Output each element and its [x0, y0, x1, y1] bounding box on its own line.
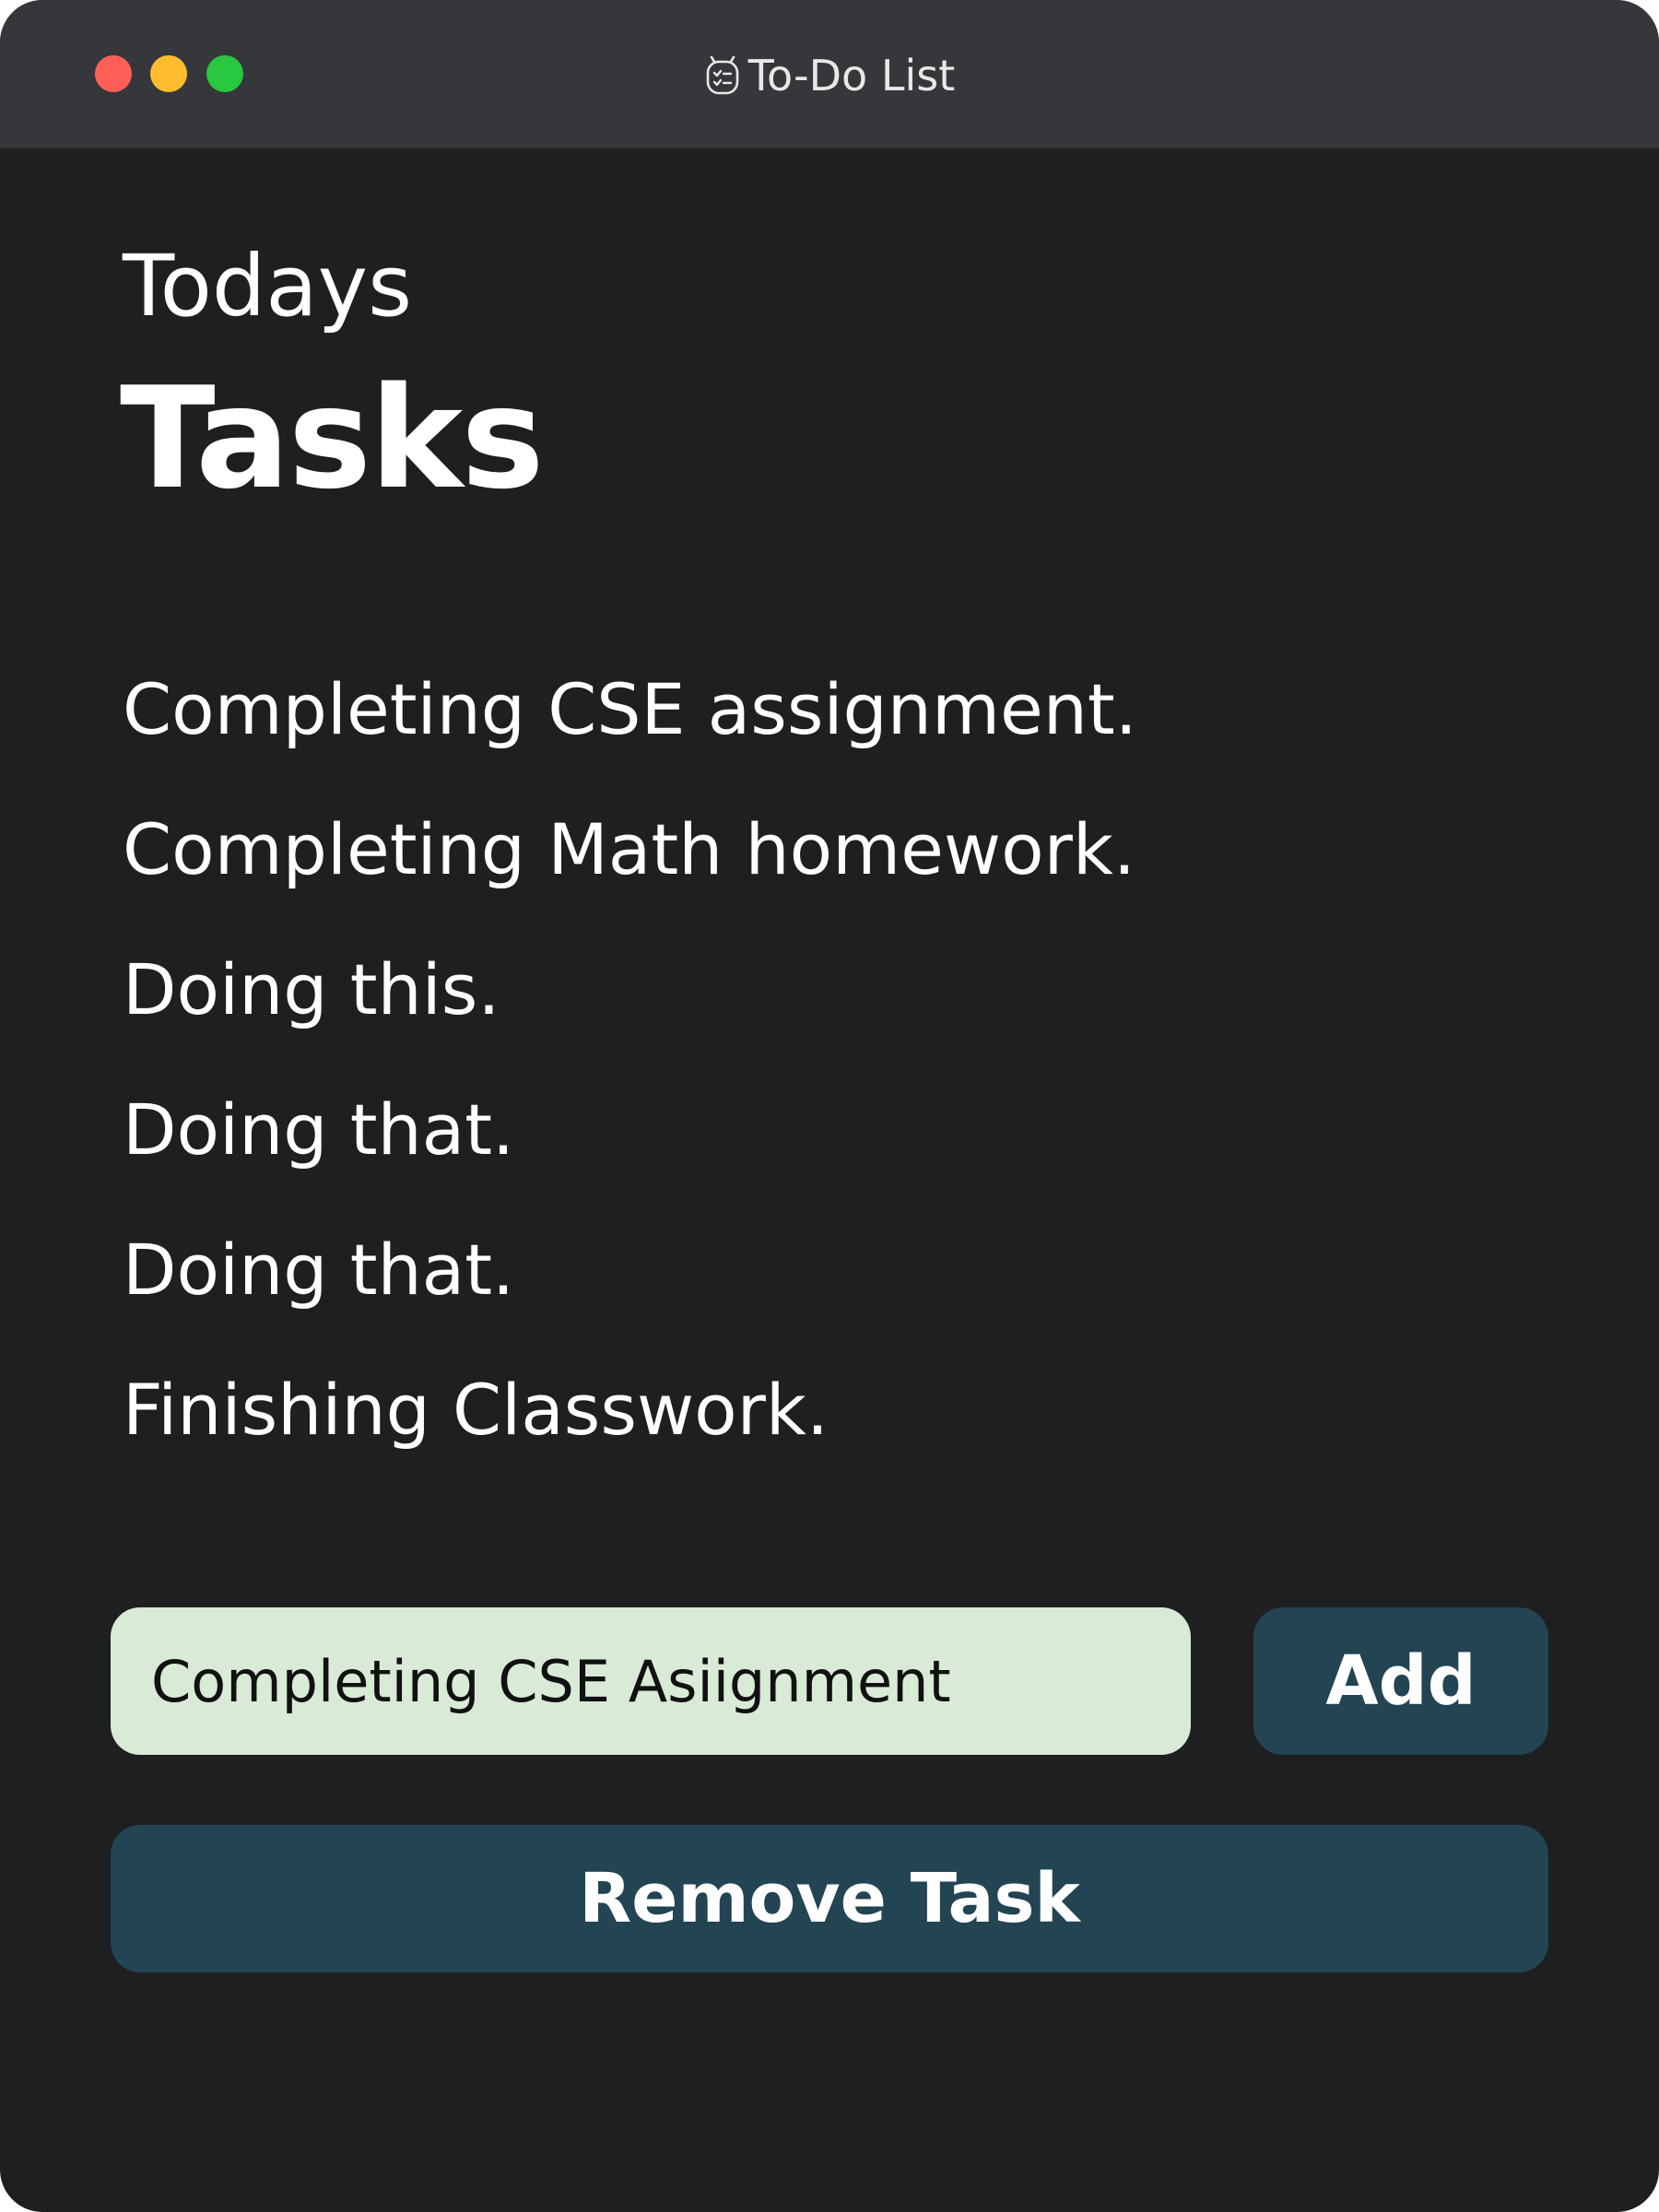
task-item[interactable]: Completing CSE assignment. — [123, 664, 1137, 804]
task-item[interactable]: Finishing Classwork. — [123, 1364, 1137, 1504]
new-task-input[interactable] — [111, 1607, 1191, 1755]
task-item[interactable]: Doing that. — [123, 1224, 1137, 1364]
checklist-clock-icon — [704, 55, 741, 96]
window-title-group: To-Do List — [0, 46, 1659, 105]
add-task-button[interactable]: Add — [1253, 1607, 1548, 1755]
heading-tasks: Tasks — [120, 357, 545, 520]
task-item[interactable]: Doing this. — [123, 944, 1137, 1084]
title-bar: To-Do List — [0, 0, 1659, 149]
window-title: To-Do List — [747, 51, 956, 100]
task-item[interactable]: Doing that. — [123, 1084, 1137, 1224]
heading-todays: Todays — [123, 237, 413, 335]
app-window: To-Do List Todays Tasks Completing CSE a… — [0, 0, 1659, 2212]
remove-task-button[interactable]: Remove Task — [111, 1825, 1548, 1972]
task-list: Completing CSE assignment. Completing Ma… — [123, 664, 1137, 1504]
task-item[interactable]: Completing Math homework. — [123, 804, 1137, 944]
